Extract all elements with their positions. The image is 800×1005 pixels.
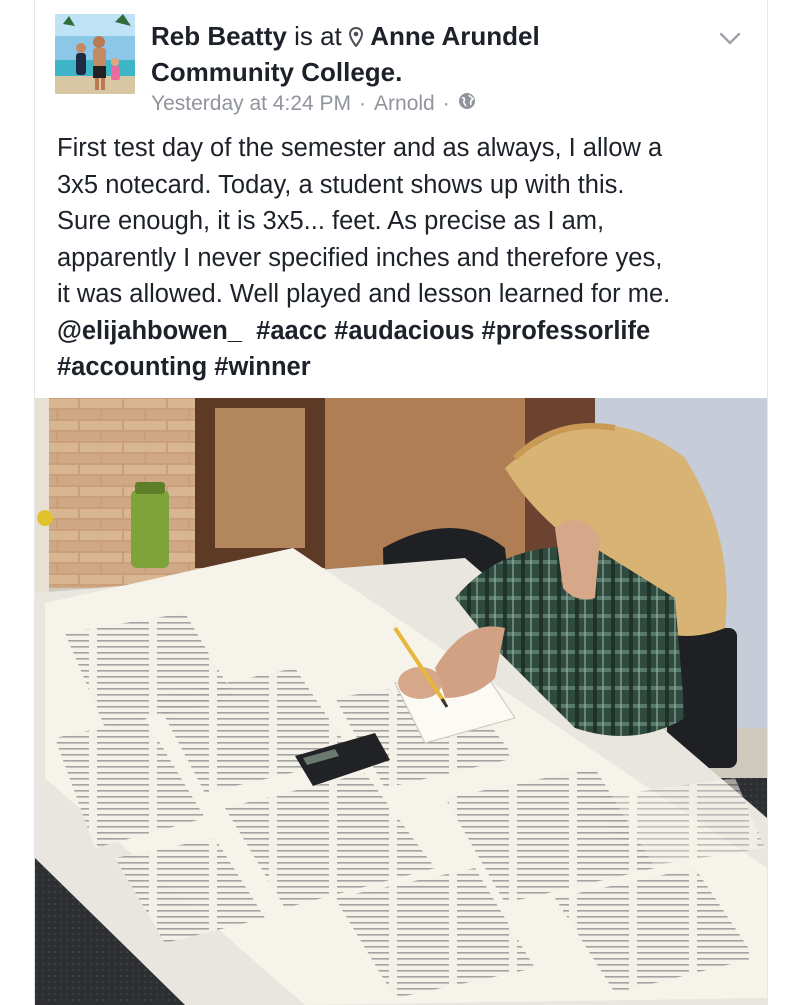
author-name[interactable]: Reb Beatty [151,21,287,51]
post-photo[interactable] [35,398,767,1005]
post-body: First test day of the semester and as al… [57,130,747,386]
post-text-line: Sure enough, it is 3x5... feet. As preci… [57,207,605,235]
globe-icon [458,92,476,116]
hashtag-links[interactable]: #accounting #winner [57,349,747,386]
separator-dot: · [442,92,450,115]
place-name-2[interactable]: Community College. [151,57,402,87]
avatar[interactable] [55,14,135,94]
location-link[interactable]: Arnold [374,92,435,116]
post-title: Reb Beatty is at Anne Arundel Community … [151,18,671,90]
tags-line: @elijahbowen_ #aacc #audacious #professo… [57,313,747,350]
post-text-line: First test day of the semester and as al… [57,134,663,162]
post-text-line: it was allowed. Well played and lesson l… [57,280,671,308]
post-text-line: apparently I never specified inches and … [57,243,663,272]
post-header: Reb Beatty is at Anne Arundel Community … [55,14,747,124]
post-meta: Yesterday at 4:24 PM · Arnold · [151,92,476,116]
separator-dot: · [359,92,367,115]
is-at-text: is at [294,21,342,51]
chevron-down-icon[interactable] [719,32,741,46]
mention-link[interactable]: @elijahbowen_ [57,317,242,345]
place-name[interactable]: Anne Arundel [370,21,539,51]
post-card: Reb Beatty is at Anne Arundel Community … [34,0,768,1005]
post-text-line: 3x5 notecard. Today, a student shows up … [57,170,625,199]
hashtag-links[interactable]: #aacc #audacious #professorlife [256,317,650,345]
timestamp[interactable]: Yesterday at 4:24 PM [151,92,351,116]
map-pin-icon [348,21,370,51]
